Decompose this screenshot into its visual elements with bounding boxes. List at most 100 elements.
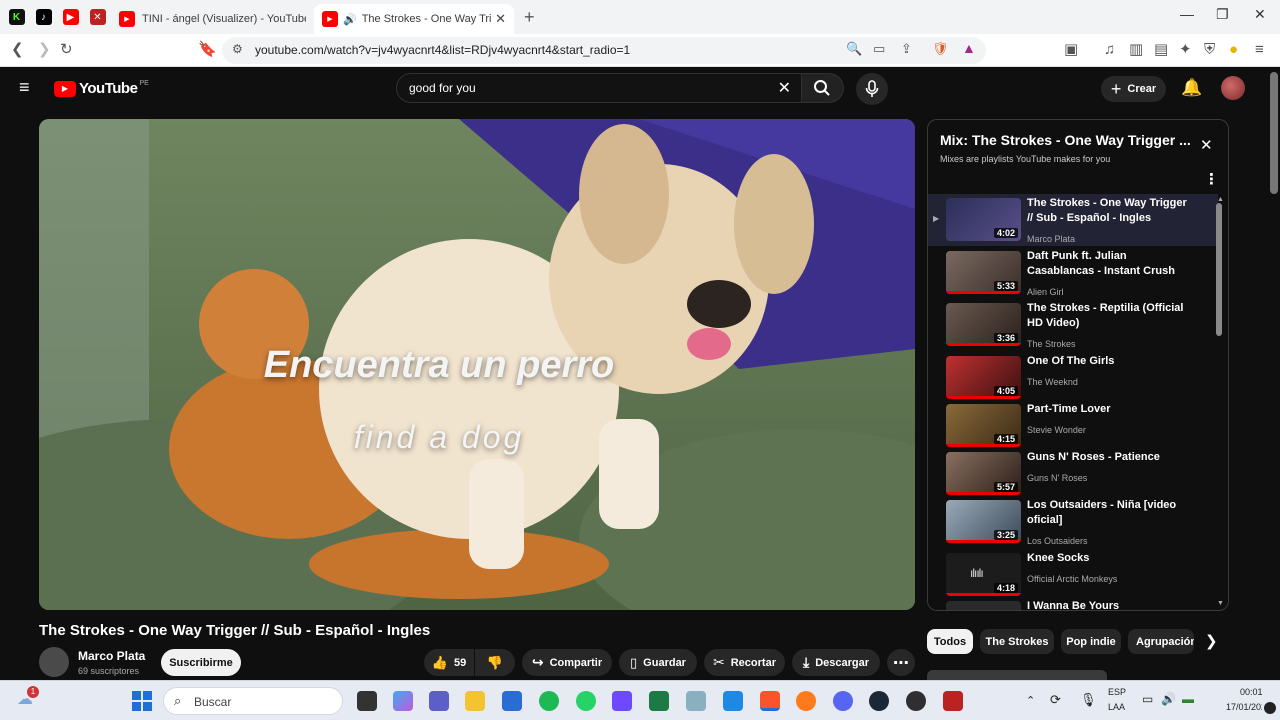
scroll-up-icon[interactable]: ▲ [1217,196,1224,203]
scroll-down-icon[interactable]: ▼ [1217,600,1224,607]
pinned-tab-tiktok[interactable]: ♪ [30,0,57,34]
game-icon[interactable] [686,691,706,711]
cast-icon[interactable]: ▭ [873,41,885,57]
language-bottom[interactable]: LAA [1108,702,1125,712]
weather-widget[interactable]: ☁ 1 [17,686,39,711]
tab-tini-angel[interactable]: ▶ TINI - ángel (Visualizer) - YouTube [111,4,314,34]
menu-icon[interactable]: ≡ [1255,41,1264,59]
obs-icon[interactable] [906,691,926,711]
search-box[interactable]: good for you ✕ [396,73,802,103]
zoom-icon[interactable]: 🔍 [846,41,862,57]
maximize-button[interactable]: ❐ [1216,6,1229,23]
vscode-icon[interactable] [723,691,743,711]
url-text[interactable]: youtube.com/watch?v=jv4wyacnrt4&list=RDj… [255,43,630,57]
playlist-item-current[interactable]: ▶ 4:02 The Strokes - One Way Trigger // … [928,194,1218,246]
close-window-button[interactable]: ✕ [1254,6,1266,23]
search-button[interactable] [802,73,844,103]
vpn-icon[interactable]: ⛨ [1204,41,1215,59]
sync-icon[interactable]: ⟳ [1050,692,1061,708]
battery-icon[interactable]: ▬ [1182,692,1194,706]
playlist-more-icon[interactable]: ⋮ [1204,170,1219,188]
back-button[interactable]: ❮ [11,41,24,59]
volume-icon[interactable]: 🔊 [1161,692,1176,706]
notification-center-icon[interactable] [1264,702,1276,714]
forward-button[interactable]: ❯ [38,41,51,59]
dislike-button[interactable]: 👎 [475,649,515,676]
firefox-icon[interactable] [796,691,816,711]
excel-icon[interactable] [649,691,669,711]
clip-button[interactable]: ✂ Recortar [704,649,785,676]
guide-menu-icon[interactable]: ≡ [19,77,30,98]
channel-name[interactable]: Marco Plata [78,649,145,663]
playlist-item[interactable]: 4:05 One Of The Girls The Weeknd [928,352,1218,404]
display-icon[interactable]: ▭ [1142,692,1153,706]
taskbar-search[interactable]: ⌕ Buscar [163,687,343,715]
close-playlist-icon[interactable]: ✕ [1200,136,1213,154]
notifications-bell-icon[interactable]: 🔔 [1181,78,1202,98]
bookmark-icon[interactable]: 🔖 [198,41,217,59]
search-input[interactable]: good for you [409,81,476,95]
leo-ai-icon[interactable]: ✦ [1179,41,1192,59]
more-actions-button[interactable]: ⋯ [887,649,915,676]
chip-the-strokes[interactable]: The Strokes [980,629,1054,654]
clock-time[interactable]: 00:01 [1240,687,1263,697]
site-settings-icon[interactable]: ⚙ [232,42,243,56]
avatar[interactable] [1221,76,1245,100]
spotify-icon[interactable] [539,691,559,711]
extension-icon[interactable]: ● [1229,41,1238,59]
store-icon[interactable] [502,691,522,711]
playlist-scrollbar[interactable] [1216,203,1222,336]
copilot-icon[interactable] [393,691,413,711]
file-explorer-icon[interactable] [465,691,485,711]
task-view-icon[interactable] [357,691,377,711]
tab-the-strokes[interactable]: ▶ 🔊 The Strokes - One Way Trigger ✕ [314,4,514,34]
pinned-tab-youtube[interactable]: ▶ [57,0,84,34]
mic-tray-icon[interactable]: 🎙 [1080,692,1097,708]
video-player[interactable]: Encuentra un perro find a dog [39,119,915,610]
pinned-tab-dota[interactable]: ✕ [84,0,111,34]
pinned-tab-kick[interactable]: K [3,0,30,34]
subscribe-button[interactable]: Suscribirme [161,649,241,676]
download-button[interactable]: ⤓ Descargar [792,649,880,676]
proton-icon[interactable] [612,691,632,711]
next-video-thumbnail[interactable] [927,670,1107,680]
close-tab-icon[interactable]: ✕ [495,11,506,27]
brave-shields-icon[interactable]: 🛡 [932,41,949,57]
sidebar-icon[interactable]: ▥ [1129,41,1143,59]
playlist-item[interactable]: 3:25 Los Outsaiders - Niña [video oficia… [928,496,1218,548]
playlist-item[interactable]: 3:36 The Strokes - Reptilia (Official HD… [928,299,1218,351]
share-button[interactable]: ↪ Compartir [522,649,612,676]
create-button[interactable]: + Crear [1101,76,1166,102]
steam-icon[interactable] [869,691,889,711]
audio-playing-icon[interactable]: 🔊 [343,13,357,26]
brave-rewards-icon[interactable]: ▲ [962,40,976,56]
save-button[interactable]: ▯ Guardar [619,649,697,676]
teams-icon[interactable] [429,691,449,711]
whatsapp-icon[interactable] [576,691,596,711]
address-bar[interactable]: ⚙ youtube.com/watch?v=jv4wyacnrt4&list=R… [222,37,986,64]
new-tab-button[interactable]: + [524,7,535,28]
clock-date[interactable]: 17/01/2026 [1226,702,1262,712]
chip-agrupacion[interactable]: Agrupación [1128,629,1194,654]
brave-browser-icon[interactable] [760,691,780,711]
reload-button[interactable]: ↻ [60,41,73,59]
share-page-icon[interactable]: ⇪ [901,41,912,57]
voice-search-button[interactable] [856,73,888,105]
media-controls-icon[interactable]: ♫ [1104,41,1115,59]
playlist-item[interactable]: 4:15 Part-Time Lover Stevie Wonder [928,400,1218,452]
discord-icon[interactable] [833,691,853,711]
screenshot-icon[interactable]: ▣ [1064,41,1078,59]
show-hidden-icons[interactable]: ⌃ [1026,694,1035,707]
playlist-item[interactable]: I Wanna Be Yours [928,597,1218,610]
chip-todos[interactable]: Todos [927,629,973,654]
start-button[interactable] [132,691,152,711]
language-top[interactable]: ESP [1108,687,1126,697]
chip-pop-indie[interactable]: Pop indie [1061,629,1121,654]
clear-search-icon[interactable]: ✕ [778,78,791,98]
page-scrollbar[interactable] [1270,72,1278,194]
like-button[interactable]: 👍 59 [424,649,474,676]
playlist-title[interactable]: Mix: The Strokes - One Way Trigger ... [940,132,1190,148]
playlist-item[interactable]: ılıılı 4:18 Knee Socks Official Arctic M… [928,549,1218,601]
minimize-button[interactable]: — [1180,6,1194,22]
channel-avatar[interactable] [39,647,69,677]
